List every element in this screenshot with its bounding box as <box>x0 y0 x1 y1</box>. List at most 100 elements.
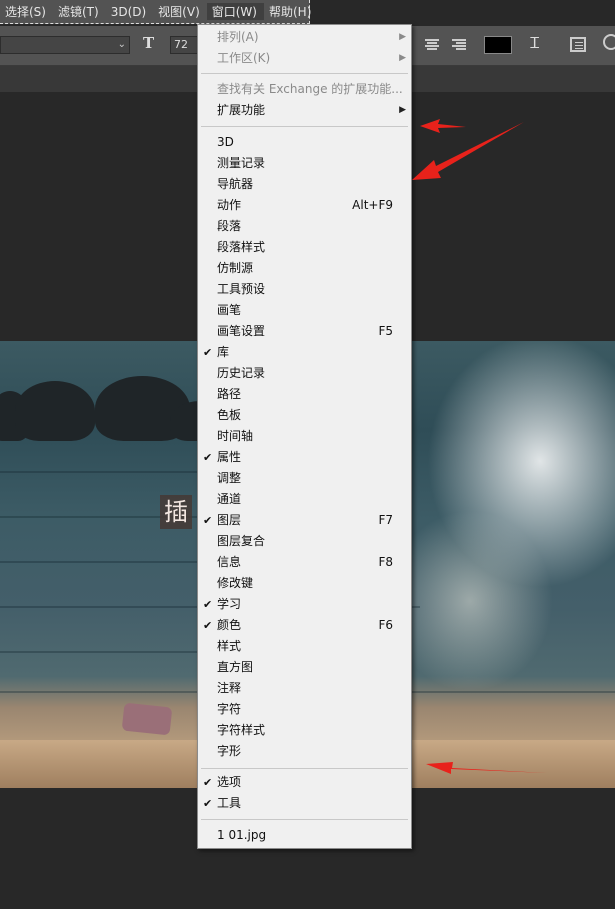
menu-item-label: 学习 <box>217 597 242 611</box>
menu-item-label: 1 01.jpg <box>217 828 267 842</box>
menu-item-label: 通道 <box>217 492 242 506</box>
menu-separator <box>201 819 408 820</box>
panel-menu-item-2[interactable]: 导航器 <box>198 174 411 195</box>
menu-item-label: 3D <box>217 135 234 149</box>
menu-item-label: 路径 <box>217 387 242 401</box>
menu-window[interactable]: 窗口(W) <box>206 3 264 20</box>
font-style-select[interactable]: ⌄ <box>0 36 130 54</box>
panel-menu-item-3[interactable]: 动作 Alt+F9 <box>198 195 411 216</box>
menu-item-label: 测量记录 <box>217 156 266 170</box>
chevron-down-icon: ⌄ <box>117 39 126 50</box>
top-menu-item-1: 工作区(K) ▶ <box>198 48 411 69</box>
panel-menu-item-16[interactable]: 调整 <box>198 468 411 489</box>
panel-menu-item-6[interactable]: 仿制源 <box>198 258 411 279</box>
menu-item-label: 查找有关 Exchange 的扩展功能... <box>217 82 403 96</box>
submenu-arrow-icon: ▶ <box>399 53 406 63</box>
checkmark-icon: ✔ <box>203 776 213 789</box>
panel-menu-item-0[interactable]: 3D <box>198 132 411 153</box>
bottom-menu-item-0[interactable]: ✔ 选项 <box>198 772 411 793</box>
image-text-layer[interactable]: 插 <box>160 495 192 529</box>
shortcut-label: F6 <box>378 618 393 632</box>
top-menu-item-3[interactable]: 扩展功能 ▶ <box>198 100 411 121</box>
pink-object <box>121 702 173 736</box>
menu-item-label: 画笔 <box>217 303 242 317</box>
annotation-arrow-panels <box>412 122 524 180</box>
menu-item-label: 图层复合 <box>217 534 266 548</box>
menu-item-label: 字形 <box>217 744 242 758</box>
menu-item-label: 扩展功能 <box>217 103 266 117</box>
font-size-field[interactable]: 72 点 <box>170 36 200 54</box>
align-center-icon[interactable] <box>425 39 439 51</box>
panel-menu-item-14[interactable]: 时间轴 <box>198 426 411 447</box>
menu-item-label: 动作 <box>217 198 242 212</box>
menu-item-label: 工作区(K) <box>217 51 271 65</box>
checkmark-icon: ✔ <box>203 619 213 632</box>
menu-item-label: 工具预设 <box>217 282 266 296</box>
document-menu-item-0[interactable]: 1 01.jpg <box>198 825 411 846</box>
panel-menu-item-12[interactable]: 路径 <box>198 384 411 405</box>
panel-menu-item-24[interactable]: 样式 <box>198 636 411 657</box>
menu-item-label: 色板 <box>217 408 242 422</box>
panel-menu-item-1[interactable]: 测量记录 <box>198 153 411 174</box>
menu-help[interactable]: 帮助(H) <box>264 3 318 20</box>
menu-item-label: 调整 <box>217 471 242 485</box>
menu-item-label: 注释 <box>217 681 242 695</box>
menu-item-label: 颜色 <box>217 618 242 632</box>
panel-menu-item-22[interactable]: ✔ 学习 <box>198 594 411 615</box>
menu-select[interactable]: 选择(S) <box>0 3 53 20</box>
shortcut-label: Alt+F9 <box>352 198 393 212</box>
menu-item-label: 字符 <box>217 702 242 716</box>
panel-menu-item-26[interactable]: 注释 <box>198 678 411 699</box>
menu-view[interactable]: 视图(V) <box>153 3 207 20</box>
panel-menu-item-9[interactable]: 画笔设置 F5 <box>198 321 411 342</box>
panel-menu-item-20[interactable]: 信息 F8 <box>198 552 411 573</box>
panel-menu-item-17[interactable]: 通道 <box>198 489 411 510</box>
menu-item-label: 属性 <box>217 450 242 464</box>
checkmark-icon: ✔ <box>203 797 213 810</box>
shortcut-label: F7 <box>378 513 393 527</box>
panel-menu-item-21[interactable]: 修改键 <box>198 573 411 594</box>
menu-item-label: 排列(A) <box>217 30 259 44</box>
warp-text-icon[interactable]: Ꮖ <box>530 34 540 52</box>
panel-menu-item-8[interactable]: 画笔 <box>198 300 411 321</box>
menu-item-label: 样式 <box>217 639 242 653</box>
panel-menu-item-18[interactable]: ✔ 图层 F7 <box>198 510 411 531</box>
menu-separator <box>201 126 408 127</box>
panel-menu-item-15[interactable]: ✔ 属性 <box>198 447 411 468</box>
menu-item-label: 库 <box>217 345 230 359</box>
menu-separator <box>201 73 408 74</box>
panel-menu-item-13[interactable]: 色板 <box>198 405 411 426</box>
align-right-icon[interactable] <box>452 39 466 51</box>
menu-item-label: 画笔设置 <box>217 324 266 338</box>
text-color-swatch[interactable] <box>484 36 512 54</box>
text-orientation-icon[interactable]: T <box>143 34 154 52</box>
menu-item-label: 历史记录 <box>217 366 266 380</box>
checkmark-icon: ✔ <box>203 598 213 611</box>
character-panel-icon[interactable] <box>570 37 586 52</box>
panel-menu-item-29[interactable]: 字形 <box>198 741 411 762</box>
menu-item-label: 字符样式 <box>217 723 266 737</box>
menu-item-label: 段落 <box>217 219 242 233</box>
panel-menu-item-5[interactable]: 段落样式 <box>198 237 411 258</box>
bottom-menu-item-1[interactable]: ✔ 工具 <box>198 793 411 814</box>
panel-menu-item-4[interactable]: 段落 <box>198 216 411 237</box>
panel-menu-item-7[interactable]: 工具预设 <box>198 279 411 300</box>
panel-menu-item-10[interactable]: ✔ 库 <box>198 342 411 363</box>
panel-menu-item-27[interactable]: 字符 <box>198 699 411 720</box>
submenu-arrow-icon: ▶ <box>399 32 406 42</box>
top-menu-item-2: 查找有关 Exchange 的扩展功能... <box>198 79 411 100</box>
checkmark-icon: ✔ <box>203 451 213 464</box>
panel-menu-item-23[interactable]: ✔ 颜色 F6 <box>198 615 411 636</box>
menu-item-label: 导航器 <box>217 177 254 191</box>
cancel-icon[interactable] <box>603 34 615 50</box>
menu-filter[interactable]: 滤镜(T) <box>53 3 106 20</box>
panel-menu-item-19[interactable]: 图层复合 <box>198 531 411 552</box>
checkmark-icon: ✔ <box>203 346 213 359</box>
menu-3d[interactable]: 3D(D) <box>106 5 153 19</box>
menu-item-label: 仿制源 <box>217 261 254 275</box>
menu-separator <box>201 768 408 769</box>
panel-menu-item-11[interactable]: 历史记录 <box>198 363 411 384</box>
panel-menu-item-28[interactable]: 字符样式 <box>198 720 411 741</box>
panel-menu-item-25[interactable]: 直方图 <box>198 657 411 678</box>
menu-item-label: 信息 <box>217 555 242 569</box>
